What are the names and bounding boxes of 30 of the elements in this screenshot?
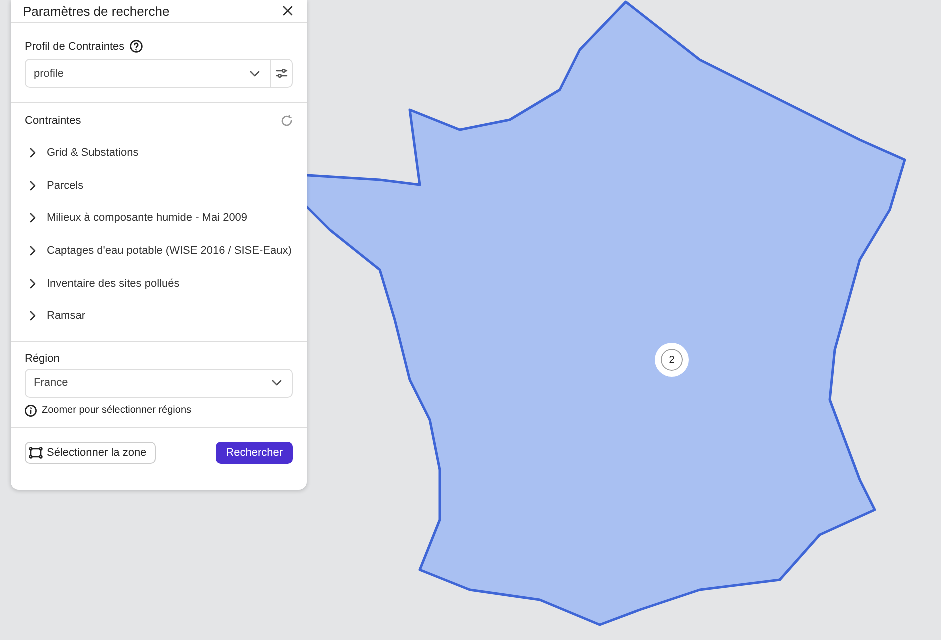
constraint-item[interactable]: Inventaire des sites pollués	[25, 267, 293, 300]
section-title: Contraintes	[25, 115, 82, 127]
chevron-right-icon	[30, 311, 36, 322]
close-button[interactable]	[281, 4, 295, 18]
reset-button[interactable]	[281, 115, 293, 127]
info-icon	[25, 404, 37, 417]
chevron-right-icon	[30, 213, 36, 224]
chevron-right-icon	[30, 180, 36, 191]
panel-title: Paramètres de recherche	[23, 4, 170, 18]
hint-text: Zoomer pour sélectionner régions	[42, 405, 192, 416]
chevron-down-icon	[272, 380, 282, 386]
refresh-icon	[281, 115, 293, 127]
constraint-item[interactable]: Grid & Substations	[25, 137, 293, 170]
close-icon	[283, 6, 293, 16]
sliders-icon	[276, 68, 288, 79]
region-dropdown[interactable]: France	[25, 368, 293, 398]
constraint-item[interactable]: Captages d'eau potable (WISE 2016 / SISE-Eaux)	[25, 234, 293, 268]
chevron-right-icon	[30, 148, 36, 158]
constraint-item[interactable]: Milieux à composante humide - Mai 2009	[25, 202, 293, 235]
search-button[interactable]: Rechercher	[216, 442, 293, 464]
chevron-right-icon	[30, 278, 36, 289]
field-label: Profil de Contraintes	[25, 40, 125, 52]
chevron-down-icon	[250, 70, 260, 76]
chevron-right-icon	[30, 246, 36, 256]
help-icon	[130, 40, 143, 53]
constraint-item[interactable]: Ramsar	[25, 300, 293, 333]
field-label: Région	[25, 352, 61, 365]
constraint-item[interactable]: Parcels	[25, 170, 293, 202]
frame-icon	[29, 446, 43, 459]
select-zone-button[interactable]: Sélectionner la zone	[25, 442, 156, 464]
